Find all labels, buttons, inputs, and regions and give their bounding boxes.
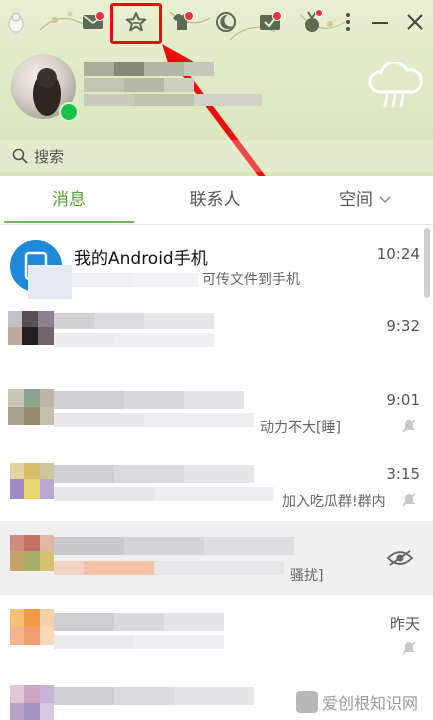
nickname-redacted[interactable] xyxy=(84,62,262,106)
list-item[interactable]: 9:32 xyxy=(0,299,433,373)
conversation-time: 昨天 xyxy=(389,615,420,633)
list-item[interactable]: 昨天 xyxy=(0,595,433,669)
list-item[interactable]: 骚扰] xyxy=(0,521,433,595)
moon-icon[interactable] xyxy=(212,8,240,36)
mute-bell-icon xyxy=(402,419,416,433)
minimize-icon[interactable] xyxy=(366,8,394,36)
close-icon[interactable] xyxy=(401,8,429,36)
shirt-icon[interactable] xyxy=(168,8,196,36)
conversation-time: 10:24 xyxy=(376,245,420,263)
search-input[interactable]: 搜索 xyxy=(34,146,64,167)
tab-bar: 消息 联系人 空间 xyxy=(0,176,433,225)
mail-icon[interactable] xyxy=(79,8,107,36)
tab-contacts[interactable]: 联系人 xyxy=(150,176,280,224)
message-list: 我的Android手机 可传文件到手机 10:24 9:32 动力不大[睡] 9… xyxy=(0,225,433,720)
list-item[interactable]: 动力不大[睡] 9:01 xyxy=(0,373,433,447)
tab-active-indicator xyxy=(4,221,134,223)
search-icon xyxy=(12,148,28,164)
mute-bell-icon xyxy=(402,641,416,655)
more-icon[interactable] xyxy=(334,8,362,36)
app-logo-icon xyxy=(2,8,30,36)
tab-space[interactable]: 空间 xyxy=(300,176,430,224)
conversation-title: 我的Android手机 xyxy=(74,249,208,269)
medal-icon[interactable] xyxy=(298,8,326,36)
annotation-highlight-box xyxy=(110,3,162,44)
mute-bell-icon xyxy=(402,493,416,507)
watermark-text: 爱创根知识网 xyxy=(322,694,419,713)
list-item[interactable]: 我的Android手机 可传文件到手机 10:24 xyxy=(0,225,433,299)
watermark: 爱创根知识网 xyxy=(296,690,418,714)
eye-hidden-icon[interactable] xyxy=(387,549,413,567)
conversation-snippet: 动力不大[睡] xyxy=(260,420,341,436)
conversation-snippet: 可传文件到手机 xyxy=(202,272,300,288)
check-mail-icon[interactable] xyxy=(256,8,284,36)
tab-messages[interactable]: 消息 xyxy=(4,176,134,224)
top-toolbar xyxy=(0,8,433,40)
conversation-time: 9:32 xyxy=(386,317,420,335)
list-item[interactable]: 加入吃瓜群!群内 3:15 xyxy=(0,447,433,521)
conversation-snippet: 骚扰] xyxy=(290,568,324,584)
scrollbar[interactable] xyxy=(424,228,430,298)
conversation-time: 9:01 xyxy=(386,391,420,409)
search-bar[interactable]: 搜索 xyxy=(0,140,433,172)
online-status-icon[interactable] xyxy=(59,102,79,122)
chevron-down-icon xyxy=(379,196,391,204)
weather-cloud-rain-icon[interactable] xyxy=(365,60,425,114)
profile-header: 搜索 xyxy=(0,0,433,176)
watermark-logo-icon xyxy=(296,691,318,713)
conversation-snippet: 加入吃瓜群!群内 xyxy=(282,494,386,510)
conversation-time: 3:15 xyxy=(386,465,420,483)
